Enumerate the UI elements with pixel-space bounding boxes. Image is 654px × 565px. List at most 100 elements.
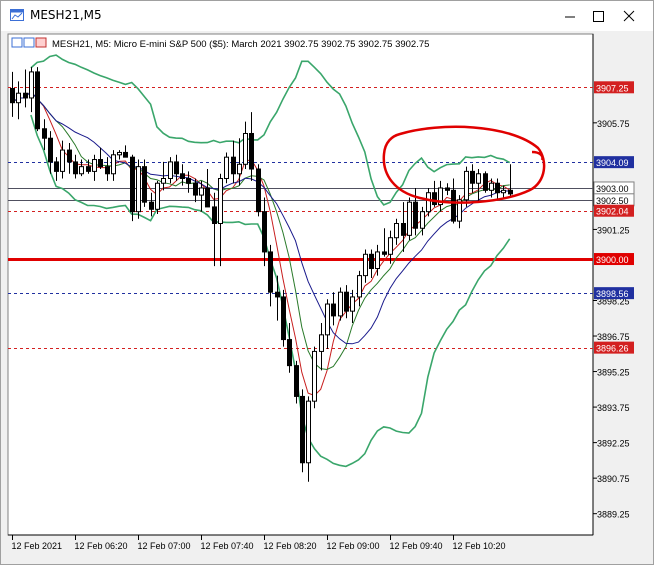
time-tick-label: 12 Feb 09:40 [390,541,443,551]
candle-body [508,189,513,195]
candle-body [413,201,418,229]
candle-body [388,237,393,255]
candle-body [294,365,299,397]
candle-body [149,201,154,210]
candle-body [407,201,412,236]
candle-body [331,303,336,317]
candle-body [476,173,481,184]
candle-body [60,149,65,172]
price-tick-label: 3890.75 [597,474,630,484]
candle-body [420,211,425,229]
candle-body [54,161,59,172]
candle-body [98,159,103,168]
candle-body [199,187,204,196]
chart-header-text: MESH21, M5: Micro E-mini S&P 500 ($5): M… [52,39,429,50]
candle-body [249,132,254,170]
time-tick-label: 12 Feb 08:20 [264,541,317,551]
candle-body [306,400,311,464]
candle-body [237,163,242,175]
candle-body [48,137,53,163]
candle-body [300,395,305,464]
candle-body [231,156,236,175]
candle-body [212,206,217,225]
candle-body [451,189,456,222]
price-level-label: 3904.09 [596,158,629,168]
bid-icon[interactable] [23,37,35,48]
price-level-label: 3898.56 [596,289,629,299]
price-axis: 3889.25 3890.75 3892.25 3893.75 3895.25 3896.… [593,119,630,520]
candle-body [168,161,173,179]
candle-body [363,253,368,277]
candle-body [79,166,84,175]
candle-body [325,303,330,336]
candle-body [10,87,15,104]
candle-body [224,156,229,179]
candle-body [394,223,399,239]
price-level-label: 3902.04 [596,207,629,217]
ask-icon[interactable] [35,37,47,48]
candle-body [67,149,72,163]
price-tick-label: 3896.75 [597,332,630,342]
price-tick-label: 3889.25 [597,510,630,520]
price-tick-label: 3895.25 [597,368,630,378]
candle-body [174,161,179,175]
candle-body [130,156,135,213]
price-tick-label: 3905.75 [597,119,630,129]
candle-body [312,350,317,402]
time-tick-label: 12 Feb 06:20 [75,541,128,551]
candle-body [470,170,475,184]
candle-body [281,296,286,341]
price-tick-label: 3901.25 [597,225,630,235]
candle-body [111,154,116,175]
candle-body [445,187,450,191]
candle-body [29,71,34,99]
price-level-label: 3896.26 [596,344,629,354]
one-click-icon[interactable] [11,37,23,48]
time-tick-label: 12 Feb 2021 [12,541,63,551]
candle-body [73,161,78,175]
price-tick-label: 3892.25 [597,439,630,449]
candle-body [186,177,191,184]
candle-body [369,253,374,270]
time-axis: 12 Feb 2021 12 Feb 06:20 12 Feb 07:00 12 Fe… [12,535,506,551]
candle-body [42,128,47,139]
candle-body [243,132,248,165]
candle-body [268,251,273,293]
candle-body [287,339,292,367]
candle-body [218,177,223,225]
candle-body [105,166,110,175]
candle-body [123,151,128,158]
candle-body [16,92,21,104]
candle-body [92,159,97,172]
candle-body [161,177,166,184]
chart-header: MESH21, M5: Micro E-mini S&P 500 ($5): M… [11,37,429,50]
price-level-label: 3902.50 [596,196,629,206]
candle-body [193,182,198,196]
candle-body [357,275,362,298]
price-chart[interactable]: MESH21, M5: Micro E-mini S&P 500 ($5): M… [0,0,654,565]
time-tick-label: 12 Feb 09:00 [327,541,380,551]
price-level-label: 3907.25 [596,83,629,93]
candle-body [501,189,506,194]
candle-body [401,223,406,236]
candle-body [489,182,494,191]
candle-body [23,92,28,99]
candle-body [338,291,343,317]
candle-body [180,173,185,179]
candle-body [262,211,267,253]
candle-body [432,192,437,206]
time-tick-label: 12 Feb 10:20 [453,541,506,551]
candle-body [344,291,349,312]
candle-body [256,168,261,213]
candle-body [464,170,469,201]
candle-body [155,182,160,210]
time-tick-label: 12 Feb 07:00 [138,541,191,551]
candle-body [375,251,380,270]
candle-body [136,166,141,213]
candle-body [319,334,324,352]
price-level-label: 3903.00 [596,184,629,194]
price-tick-label: 3893.75 [597,403,630,413]
candle-body [86,166,91,172]
candle-body [35,71,40,130]
candle-body [275,291,280,298]
